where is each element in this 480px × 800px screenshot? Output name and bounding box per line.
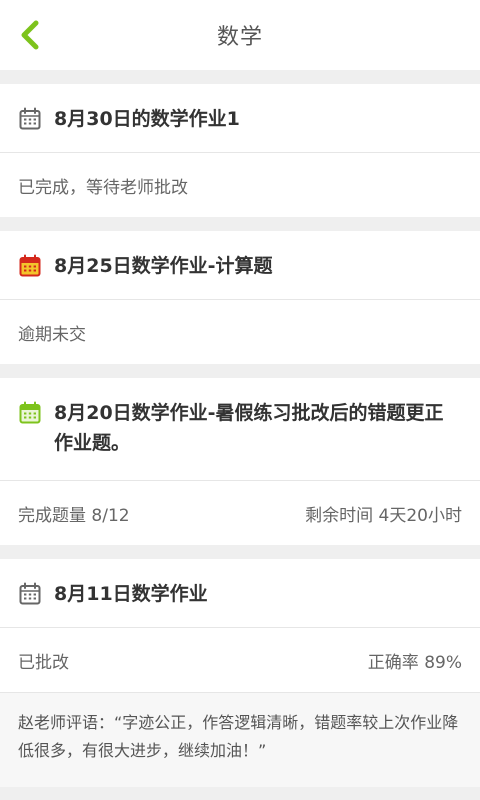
homework-progress-row: 完成题量 8/12 剩余时间 4天20小时 <box>0 481 480 545</box>
homework-card-header: 8月20日数学作业-暑假练习批改后的错题更正作业题。 <box>0 378 480 481</box>
homework-card[interactable]: 8月30日的数学作业1 已完成，等待老师批改 <box>0 84 480 217</box>
time-remaining: 剩余时间 4天20小时 <box>305 505 462 526</box>
calendar-icon <box>19 401 41 424</box>
calendar-icon <box>19 107 41 130</box>
homework-status: 已完成，等待老师批改 <box>18 177 188 198</box>
chevron-left-icon <box>21 20 39 50</box>
completed-count: 完成题量 8/12 <box>18 505 130 526</box>
homework-card[interactable]: 8月11日数学作业 已批改 正确率 89% 赵老师评语：“字迹公正，作答逻辑清晰… <box>0 559 480 787</box>
homework-card[interactable]: 8月25日数学作业-计算题 逾期未交 <box>0 231 480 364</box>
calendar-icon <box>19 582 41 605</box>
homework-status-row: 已完成，等待老师批改 <box>0 153 480 217</box>
homework-title: 8月11日数学作业 <box>54 583 208 605</box>
homework-card-header: 8月11日数学作业 <box>0 559 480 628</box>
homework-title: 8月20日数学作业-暑假练习批改后的错题更正作业题。 <box>54 402 444 454</box>
accuracy-rate: 正确率 89% <box>367 652 462 673</box>
homework-status: 逾期未交 <box>18 324 86 345</box>
app-header: 数学 <box>0 0 480 70</box>
graded-status: 已批改 <box>18 652 69 673</box>
homework-card[interactable]: 8月20日数学作业-暑假练习批改后的错题更正作业题。 完成题量 8/12 剩余时… <box>0 378 480 545</box>
back-button[interactable] <box>16 20 44 50</box>
homework-status-row: 逾期未交 <box>0 300 480 364</box>
homework-result-row: 已批改 正确率 89% <box>0 628 480 692</box>
homework-card-header: 8月25日数学作业-计算题 <box>0 231 480 300</box>
teacher-comment: 赵老师评语：“字迹公正，作答逻辑清晰，错题率较上次作业降低很多，有很大进步，继续… <box>0 692 480 787</box>
calendar-icon <box>19 254 41 277</box>
page-title: 数学 <box>216 25 263 50</box>
homework-card-header: 8月30日的数学作业1 <box>0 84 480 153</box>
homework-title: 8月30日的数学作业1 <box>54 108 240 130</box>
homework-title: 8月25日数学作业-计算题 <box>54 255 273 277</box>
